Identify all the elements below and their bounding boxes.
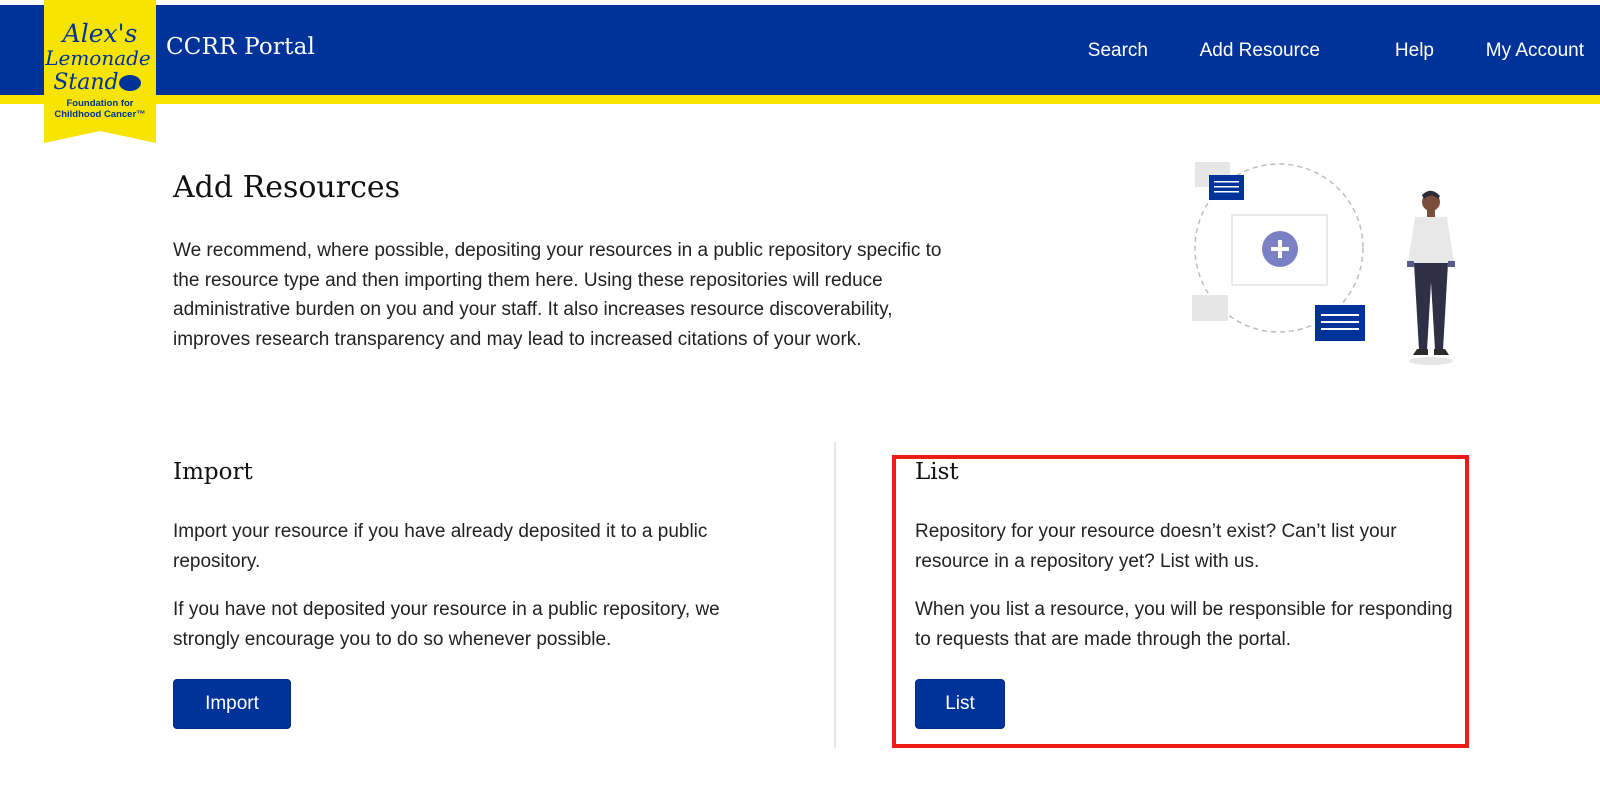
import-description-1: Import your resource if you have already… <box>173 521 708 572</box>
alexs-lemonade-stand-logo[interactable]: Alex's Lemonade Stand Foundation for Chi… <box>44 0 156 143</box>
lemon-icon <box>119 75 141 91</box>
header-yellow-stripe <box>0 95 1600 104</box>
plus-circle-icon <box>1262 231 1298 267</box>
logo-line1: Alex's <box>61 19 138 48</box>
portal-title[interactable]: CCRR Portal <box>166 34 315 60</box>
add-resource-illustration <box>1185 150 1475 370</box>
logo-tagline2: Childhood Cancer™ <box>54 109 145 120</box>
logo-line2: Lemonade <box>44 46 151 70</box>
standing-person-icon <box>1407 190 1455 365</box>
nav-help[interactable]: Help <box>1395 40 1434 62</box>
nav-search[interactable]: Search <box>1088 40 1148 62</box>
nav-add-resource[interactable]: Add Resource <box>1200 40 1320 62</box>
nav-my-account[interactable]: My Account <box>1486 40 1584 62</box>
import-button[interactable]: Import <box>173 679 291 729</box>
logo-tagline1: Foundation for <box>66 98 133 109</box>
list-section-highlight-box <box>892 455 1469 748</box>
logo-line3: Stand <box>53 70 118 95</box>
intro-paragraph: We recommend, where possible, depositing… <box>173 240 942 350</box>
page-title: Add Resources <box>173 170 401 205</box>
document-lines-icon <box>1209 175 1244 200</box>
section-divider <box>834 442 836 748</box>
import-section-title: Import <box>173 459 253 485</box>
document-lines-icon <box>1315 305 1365 341</box>
import-description-2: If you have not deposited your resource … <box>173 599 720 650</box>
